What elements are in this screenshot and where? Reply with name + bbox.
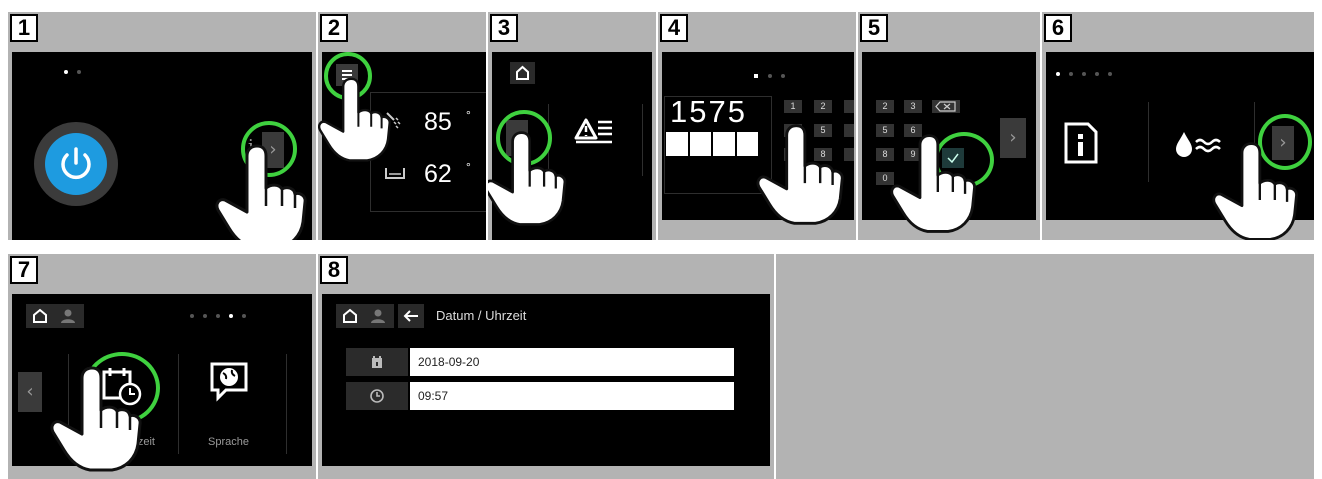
water-drop-icon (1176, 132, 1221, 157)
keypad-key[interactable]: 5 (876, 124, 894, 137)
time-field-icon (346, 382, 408, 410)
step-2-panel: 2 85 ° 62 ° (318, 12, 486, 240)
divider (1148, 102, 1149, 182)
device-screen: i › (12, 52, 312, 240)
device-screen: Datum / Uhrzeit 2018-09-20 09:57 (322, 294, 770, 466)
user-icon[interactable] (58, 307, 78, 325)
tap-highlight (241, 121, 297, 177)
step-number: 1 (10, 14, 38, 42)
date-field-icon (346, 348, 408, 376)
chevron-right-icon[interactable]: › (1000, 118, 1026, 158)
device-screen: › (1046, 52, 1314, 220)
step-8-panel: 8 Datum / Uhrzeit 2018-09-20 09:57 (318, 254, 774, 479)
user-dot (754, 74, 758, 78)
calendar-icon (372, 356, 382, 368)
empty-panel (776, 254, 1314, 479)
keypad-key[interactable]: 8 (814, 148, 832, 161)
page-indicator (768, 74, 785, 78)
page-indicator (190, 314, 246, 318)
step-6-panel: 6 › (1042, 12, 1314, 240)
shower-icon (386, 112, 401, 129)
tap-highlight (84, 352, 160, 424)
home-icon[interactable] (340, 307, 360, 325)
chevron-left-icon[interactable]: ‹ (18, 372, 42, 412)
keypad-key[interactable]: 2 (876, 100, 894, 113)
temperature-unit: ° (466, 108, 471, 122)
step-5-panel: 5 2 3 5 6 8 9 0 › (858, 12, 1040, 240)
code-value: 1575 (670, 94, 747, 129)
tile-label-datetime: / Uhrzeit (114, 436, 155, 448)
step-number: 4 (660, 14, 688, 42)
step-number: 7 (10, 256, 38, 284)
home-icon (516, 65, 529, 80)
step-number: 6 (1044, 14, 1072, 42)
device-screen: ‹ / Uhrzeit Sprache (12, 294, 312, 466)
page-indicator (1056, 72, 1112, 76)
device-screen: 85 ° 62 ° (322, 52, 486, 240)
bathtub-icon (385, 168, 405, 179)
divider (642, 104, 643, 176)
divider (68, 354, 69, 454)
keypad-key[interactable]: 0 (876, 172, 894, 185)
home-button[interactable] (510, 62, 535, 84)
keypad-key[interactable]: 1 (784, 100, 802, 113)
date-field[interactable]: 2018-09-20 (410, 348, 734, 376)
keypad-key[interactable]: 4 (784, 124, 802, 137)
backspace-key[interactable] (932, 100, 960, 113)
keypad-key[interactable]: 9 (904, 148, 922, 161)
code-slots (666, 132, 758, 156)
tap-highlight (934, 132, 994, 188)
keypad-key[interactable]: 7 (784, 148, 802, 161)
user-icon[interactable] (368, 307, 388, 325)
shower-temperature: 85 (424, 108, 452, 136)
divider (178, 354, 179, 454)
keypad-key[interactable]: 6 (904, 124, 922, 137)
temperature-unit: ° (466, 160, 471, 174)
keypad-key[interactable]: 5 (814, 124, 832, 137)
keypad-key[interactable] (844, 148, 854, 161)
time-field[interactable]: 09:57 (410, 382, 734, 410)
page-indicator (64, 70, 81, 74)
power-icon (61, 147, 91, 180)
device-screen: 2 3 5 6 8 9 0 › (862, 52, 1036, 220)
back-button[interactable] (398, 304, 424, 328)
warning-list-icon (574, 118, 612, 144)
power-button[interactable] (34, 122, 118, 206)
device-screen: 1575 1 2 4 5 7 8 (662, 52, 854, 220)
step-4-panel: 4 1575 1 2 4 5 7 8 (658, 12, 856, 240)
device-screen: ‹ (492, 52, 652, 240)
page-title: Datum / Uhrzeit (436, 308, 527, 323)
bath-temperature: 62 (424, 160, 452, 188)
top-bar-buttons (336, 304, 394, 328)
globe-speech-icon[interactable] (208, 360, 250, 402)
top-bar-buttons (26, 304, 84, 328)
info-icon (1064, 122, 1098, 164)
step-number: 8 (320, 256, 348, 284)
keypad-key[interactable]: 3 (904, 100, 922, 113)
keypad-key[interactable] (844, 100, 854, 113)
step-3-panel: 3 ‹ (488, 12, 656, 240)
tile-label-language: Sprache (208, 436, 249, 448)
divider (1254, 102, 1255, 182)
back-arrow-icon (403, 310, 418, 322)
keypad-key[interactable] (844, 124, 854, 137)
step-number: 2 (320, 14, 348, 42)
backspace-icon (935, 101, 956, 112)
step-1-panel: 1 i › (8, 12, 316, 240)
tap-highlight (496, 110, 552, 166)
keypad-key[interactable]: 2 (814, 100, 832, 113)
tap-highlight (1258, 114, 1312, 170)
home-icon[interactable] (30, 307, 50, 325)
step-number: 3 (490, 14, 518, 42)
clock-icon (370, 389, 384, 403)
keypad-key[interactable]: 8 (876, 148, 894, 161)
step-number: 5 (860, 14, 888, 42)
tap-highlight (324, 52, 372, 100)
divider (286, 354, 287, 454)
step-7-panel: 7 ‹ / Uhrzeit Sprache (8, 254, 316, 479)
